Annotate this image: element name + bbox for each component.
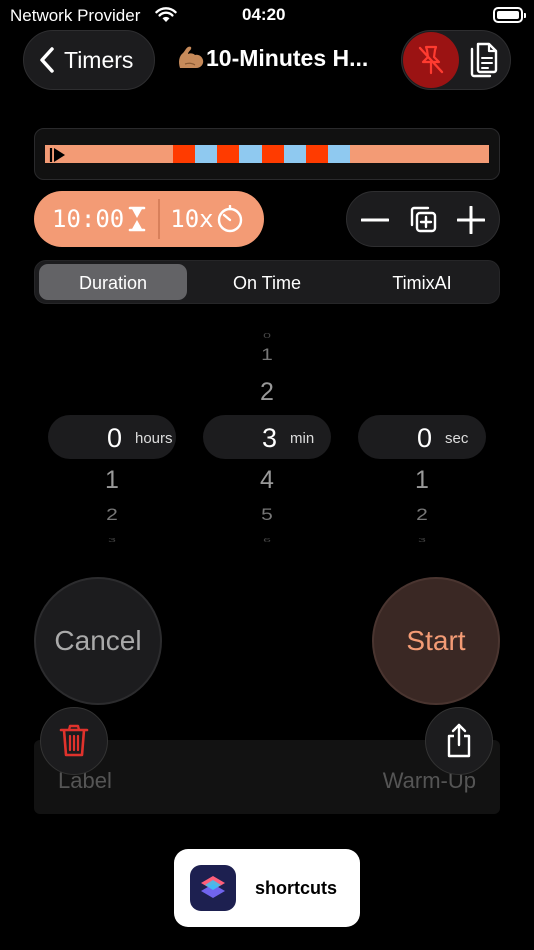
picker-seconds-unit: sec <box>445 430 469 447</box>
duplicate-button[interactable] <box>462 39 504 81</box>
copy-document-icon <box>470 42 498 78</box>
timeline-segment-work <box>217 145 240 163</box>
shortcuts-label: shortcuts <box>255 877 338 898</box>
unpin-button[interactable] <box>403 32 459 88</box>
plus-square-on-square-icon <box>410 206 437 233</box>
cancel-button-label: Cancel <box>54 625 142 656</box>
picker-hours-below-1: 2 <box>106 505 118 524</box>
picker-minutes-above-2: 2 <box>260 378 274 406</box>
shortcuts-logo-icon <box>201 876 225 898</box>
back-button[interactable]: Timers <box>23 30 155 90</box>
shortcuts-app-icon <box>190 865 236 911</box>
tab-duration[interactable]: Duration <box>39 273 187 294</box>
picker-minutes-below-0: 4 <box>260 466 274 494</box>
carrier-name: Network Provider <box>10 6 141 25</box>
status-bar: Network Provider 04:20 <box>0 0 534 32</box>
picker-seconds-value: 0 <box>416 423 432 453</box>
page-title: 10-Minutes H... <box>176 44 388 72</box>
timeline-segment-work <box>172 145 196 163</box>
battery-icon <box>493 7 526 23</box>
tab-on-time[interactable]: On Time <box>193 273 341 294</box>
picker-seconds-below-1: 2 <box>416 505 428 524</box>
timeline-segment-rest <box>239 145 262 163</box>
trash-icon <box>59 724 89 757</box>
flexed-biceps-icon <box>179 46 204 68</box>
picker-minutes-below-2: 6 <box>263 536 271 544</box>
increment-button[interactable] <box>453 202 489 238</box>
interval-timeline[interactable] <box>34 128 500 180</box>
picker-hours-row[interactable]: 0 hours <box>48 415 176 459</box>
picker-hours-below-2: 3 <box>108 536 116 544</box>
timer-clock-icon <box>217 205 242 233</box>
timeline-segment-rest <box>195 145 218 163</box>
picker-minutes-below-1: 5 <box>261 505 273 524</box>
picker-seconds-below-0: 1 <box>415 466 429 494</box>
picker-minutes-above-0: 0 <box>263 330 271 340</box>
mode-segmented-control: Duration On Time TimixAI <box>34 260 500 304</box>
tab-timixai[interactable]: TimixAI <box>347 273 497 294</box>
timeline-segment-work <box>261 145 284 163</box>
share-button[interactable] <box>425 707 493 775</box>
round-stepper <box>346 191 500 247</box>
picker-seconds-row[interactable]: 0 sec <box>358 415 486 459</box>
decrement-button[interactable] <box>357 202 393 238</box>
picker-minutes-unit: min <box>290 430 315 447</box>
timeline-segment-work <box>305 145 329 163</box>
top-actions-group <box>401 30 511 90</box>
back-button-label: Timers <box>64 46 134 73</box>
timeline-track <box>45 145 489 163</box>
share-icon <box>447 723 471 758</box>
timeline-segment-rest <box>283 145 306 163</box>
summary-divider <box>158 199 161 239</box>
start-button[interactable]: Start <box>372 577 500 705</box>
page-title-text: 10-Minutes H... <box>206 45 369 71</box>
clock-time: 04:20 <box>242 5 286 24</box>
timer-summary-pill[interactable]: 10:00 10x <box>34 191 264 247</box>
picker-minutes-value: 3 <box>261 423 277 453</box>
picker-hours-unit: hours <box>135 430 173 447</box>
picker-seconds-below-2: 3 <box>418 536 426 544</box>
timeline-segment-cooldown <box>350 145 489 163</box>
shortcuts-banner[interactable]: shortcuts <box>174 849 360 927</box>
minus-icon <box>361 218 389 222</box>
picker-hours-below-0: 1 <box>105 466 119 494</box>
cancel-button[interactable]: Cancel <box>34 577 162 705</box>
start-button-label: Start <box>406 625 466 656</box>
wifi-icon <box>155 7 177 22</box>
play-position-icon <box>49 148 65 162</box>
total-duration: 10:00 <box>52 205 125 233</box>
chevron-left-icon <box>40 47 54 73</box>
timeline-segment-rest <box>328 145 351 163</box>
picker-minutes-row[interactable]: 3 min <box>203 415 331 459</box>
round-count: 10x <box>170 205 214 233</box>
picker-hours-value: 0 <box>106 423 122 453</box>
duplicate-round-button[interactable] <box>405 202 441 238</box>
pin-slash-icon <box>418 45 444 75</box>
picker-minutes-above-1: 1 <box>261 345 273 364</box>
delete-button[interactable] <box>40 707 108 775</box>
plus-icon <box>457 206 485 234</box>
hourglass-icon <box>128 206 146 232</box>
